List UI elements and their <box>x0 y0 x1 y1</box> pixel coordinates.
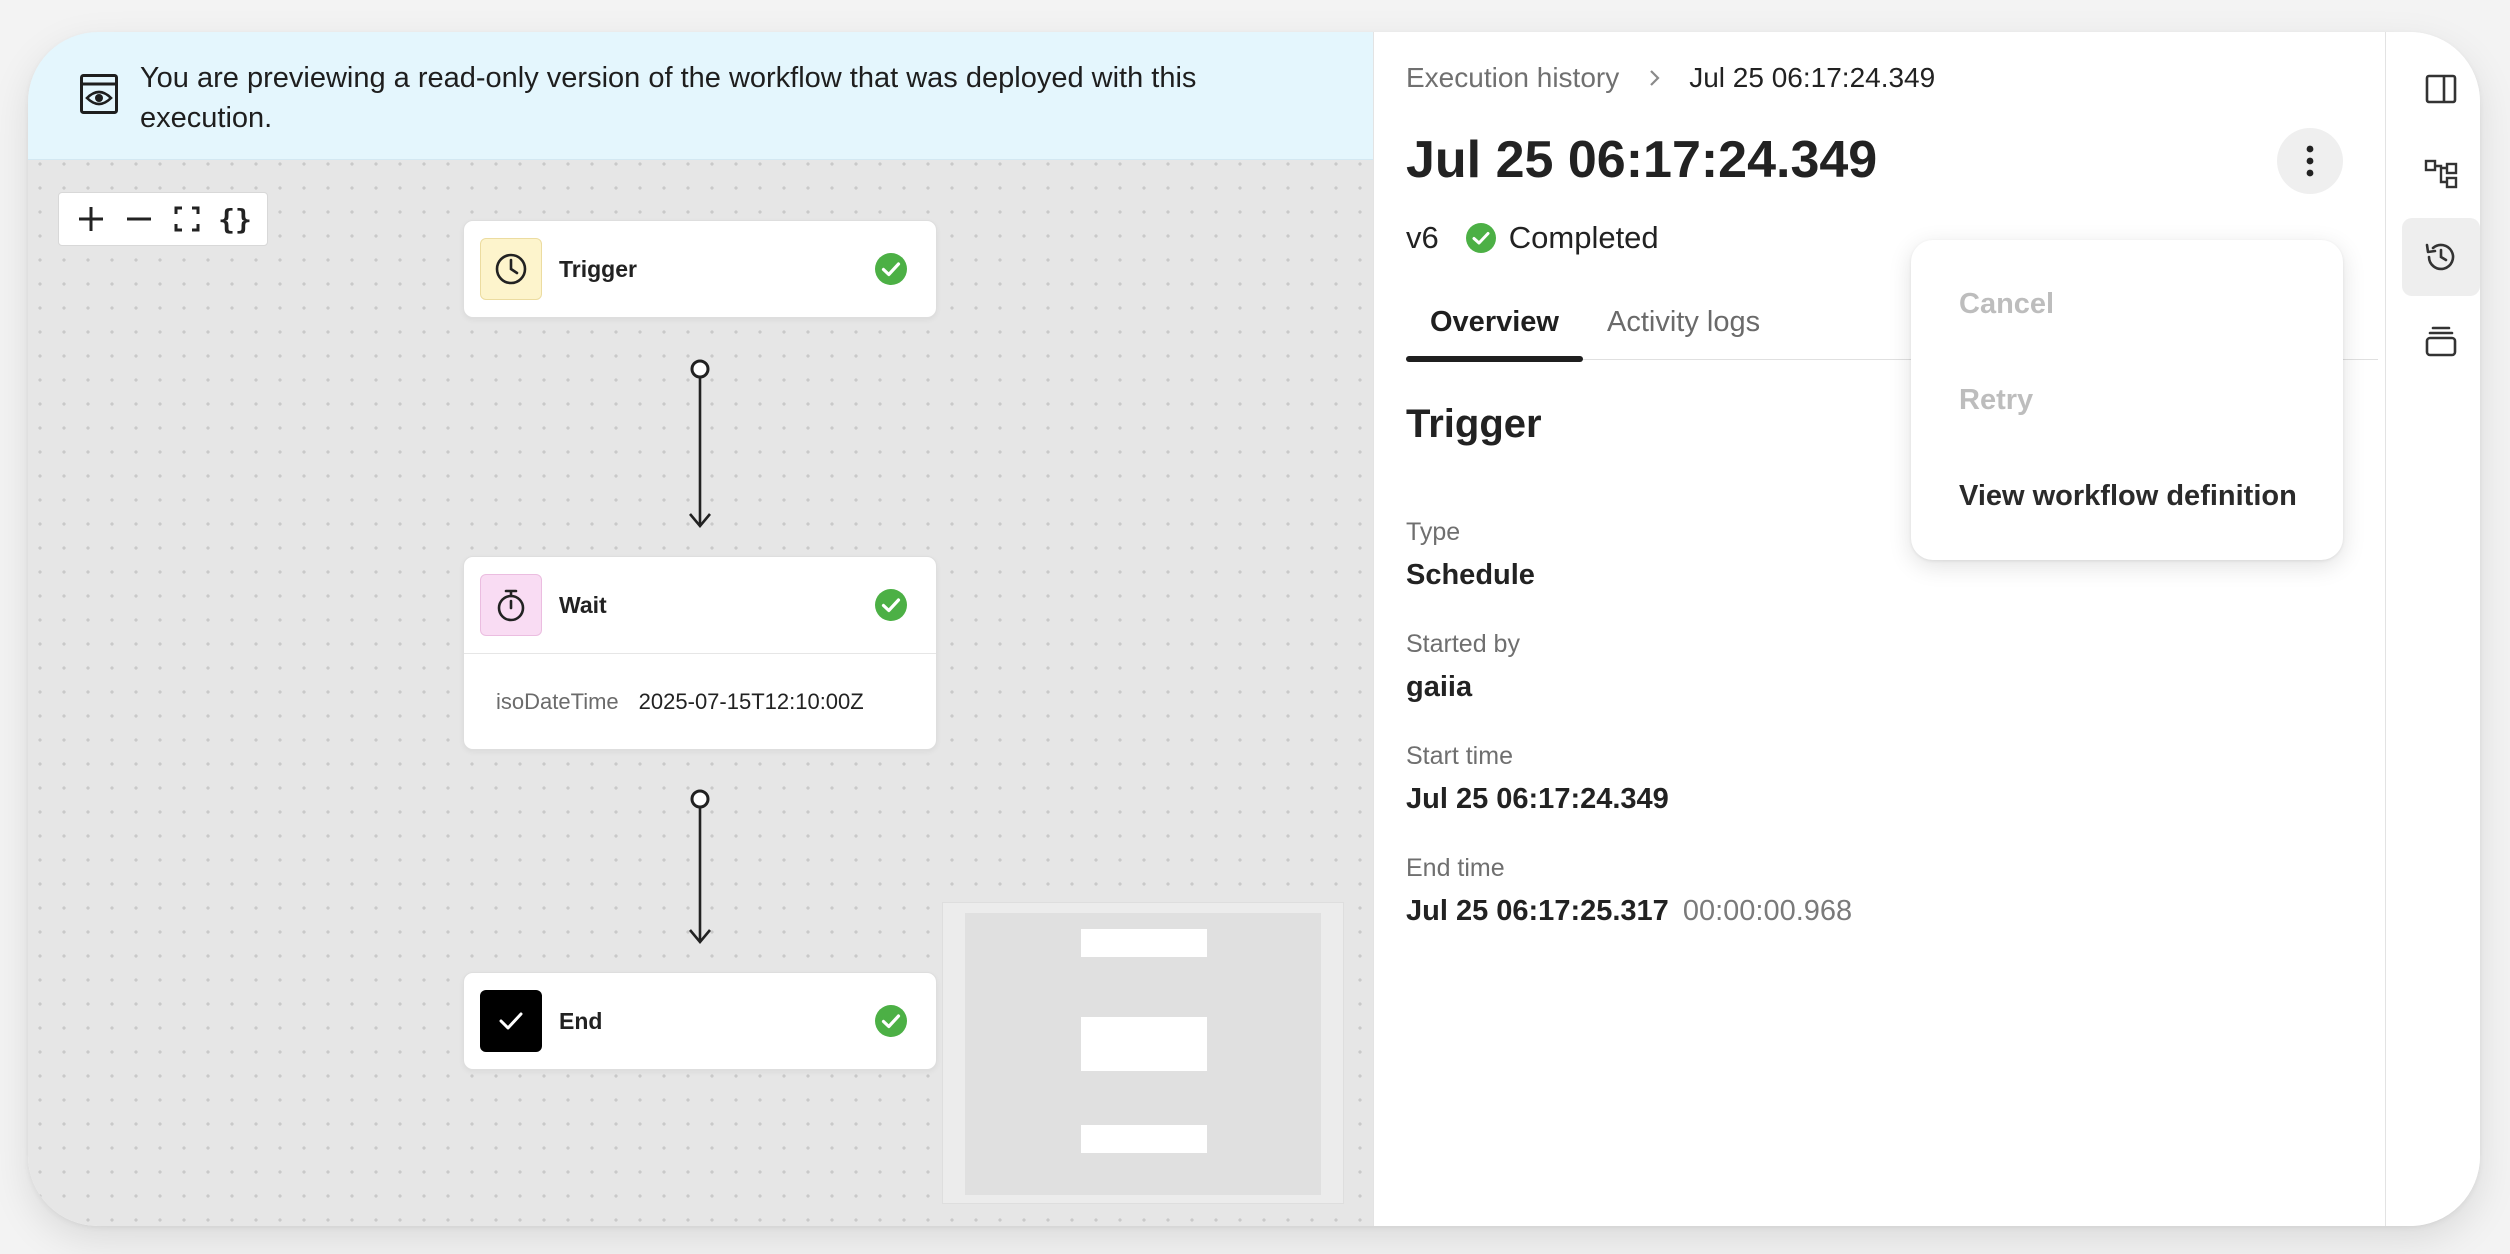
field-label: Start time <box>1406 742 1513 770</box>
menu-item-cancel[interactable]: Cancel <box>1959 288 2054 321</box>
workflow-structure-button[interactable] <box>2402 134 2480 212</box>
minus-icon <box>127 217 151 221</box>
preview-eye-icon <box>80 74 118 114</box>
field-value: Schedule <box>1406 559 1535 591</box>
right-sidebar-rail <box>2385 32 2480 1226</box>
minimap-node <box>1081 929 1207 957</box>
param-value: 2025-07-15T12:10:00Z <box>638 688 864 714</box>
field-value: Jul 25 06:17:24.349 <box>1406 783 1669 815</box>
node-parameter: isoDateTime 2025-07-15T12:10:00Z <box>464 653 936 749</box>
param-key: isoDateTime <box>496 688 619 714</box>
fullscreen-icon <box>174 206 200 232</box>
flow-diagram-icon <box>2424 159 2458 189</box>
breadcrumb-execution-history[interactable]: Execution history <box>1406 62 1619 94</box>
success-check-icon <box>875 1005 907 1037</box>
check-square-icon <box>499 1012 523 1030</box>
field-value: Jul 25 06:17:25.317 00:00:00.968 <box>1406 895 1852 928</box>
edge-arrow <box>689 789 711 945</box>
version-status-row: v6 Completed <box>1406 220 1659 256</box>
sidebar-panel-icon <box>2425 74 2457 104</box>
page-title: Jul 25 06:17:24.349 <box>1406 131 1878 189</box>
field-type: Type Schedule <box>1406 518 1535 592</box>
canvas-zoom-controls: {} <box>58 192 268 246</box>
braces-icon: {} <box>218 202 252 236</box>
actions-dropdown-menu: Cancel Retry View workflow definition <box>1911 240 2343 560</box>
tab-overview[interactable]: Overview <box>1406 294 1583 362</box>
node-label: Trigger <box>559 255 637 282</box>
success-check-icon <box>875 589 907 621</box>
success-check-icon <box>875 253 907 285</box>
versions-button[interactable] <box>2402 302 2480 380</box>
field-started-by: Started by gaiia <box>1406 630 1520 704</box>
minimap-node <box>1081 1017 1207 1071</box>
kebab-menu-icon <box>2306 145 2314 177</box>
json-view-button[interactable]: {} <box>215 199 255 239</box>
more-actions-button[interactable] <box>2277 128 2343 194</box>
field-label: Started by <box>1406 630 1520 658</box>
history-icon <box>2425 243 2455 271</box>
canvas-minimap[interactable] <box>942 902 1344 1204</box>
section-title: Trigger <box>1406 402 1542 446</box>
node-label: End <box>559 1007 603 1034</box>
menu-item-retry[interactable]: Retry <box>1959 384 2033 417</box>
edge-arrow <box>689 359 711 529</box>
banner-message: You are previewing a read-only version o… <box>140 62 1197 134</box>
fit-view-button[interactable] <box>167 199 207 239</box>
tab-activity-logs[interactable]: Activity logs <box>1583 294 1784 360</box>
duration-value: 00:00:00.968 <box>1682 895 1853 927</box>
layers-stack-icon <box>2425 326 2457 357</box>
stopwatch-icon <box>497 589 525 622</box>
execution-history-button[interactable] <box>2402 218 2480 296</box>
field-start-time: Start time Jul 25 06:17:24.349 <box>1406 742 1669 816</box>
workflow-node-trigger[interactable]: Trigger <box>463 220 937 318</box>
plus-icon <box>79 207 103 231</box>
chevron-right-icon <box>1650 70 1660 86</box>
breadcrumb: Execution history Jul 25 06:17:24.349 <box>1406 62 1935 94</box>
node-icon-box <box>480 238 542 300</box>
zoom-out-button[interactable] <box>119 199 159 239</box>
node-label: Wait <box>559 591 607 618</box>
success-check-icon <box>1465 223 1496 253</box>
field-label: End time <box>1406 854 1505 882</box>
app-window: You are previewing a read-only version o… <box>28 32 2480 1226</box>
breadcrumb-current: Jul 25 06:17:24.349 <box>1689 62 1936 93</box>
field-end-time: End time Jul 25 06:17:25.317 00:00:00.968 <box>1406 854 1852 928</box>
zoom-in-button[interactable] <box>71 199 111 239</box>
end-time-value: Jul 25 06:17:25.317 <box>1406 895 1669 927</box>
version-label: v6 <box>1406 220 1439 255</box>
field-label: Type <box>1406 518 1461 546</box>
clock-icon <box>495 253 527 285</box>
workflow-node-end[interactable]: End <box>463 972 937 1070</box>
toggle-panel-button[interactable] <box>2402 50 2480 128</box>
menu-item-view-workflow-definition[interactable]: View workflow definition <box>1959 480 2297 513</box>
workflow-node-wait[interactable]: Wait isoDateTime 2025-07-15T12:10:00Z <box>463 556 937 750</box>
field-value: gaiia <box>1406 671 1473 703</box>
status-badge: Completed <box>1508 220 1659 255</box>
node-icon-box <box>480 574 542 636</box>
read-only-banner: You are previewing a read-only version o… <box>28 32 1373 160</box>
minimap-node <box>1081 1125 1207 1153</box>
minimap-viewport <box>965 913 1321 1195</box>
node-icon-box <box>480 990 542 1052</box>
execution-details-panel: Execution history Jul 25 06:17:24.349 Ju… <box>1373 32 2385 1226</box>
workflow-canvas[interactable]: You are previewing a read-only version o… <box>28 32 1373 1226</box>
